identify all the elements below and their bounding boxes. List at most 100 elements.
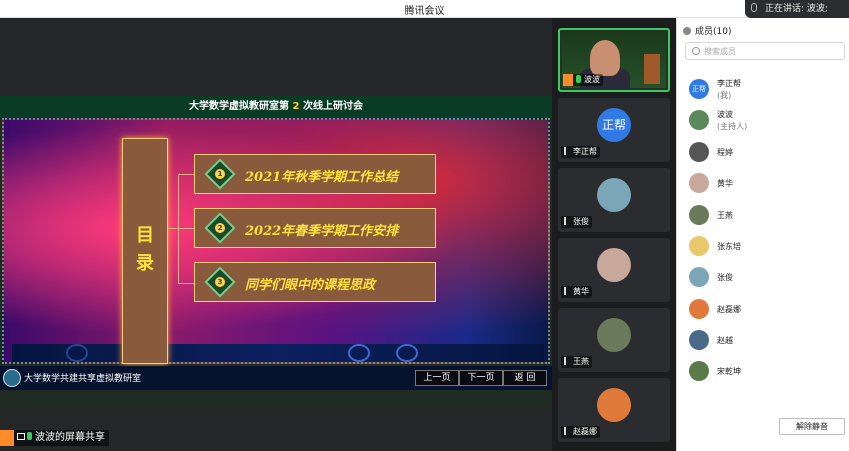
video-tile-name: 王燕 [561,356,592,368]
toc-title-char: 目 [136,225,154,246]
member-name: 赵越 [717,336,733,345]
member-item[interactable]: 赵越 [689,327,839,353]
avatar [689,205,709,225]
members-header: 成员(10) [683,24,731,37]
screen-share[interactable]: 大学数学虚拟教研室第 2 次线上研讨会 目 录 1 2021年秋季学期工作总结 [0,96,552,408]
member-name: 王燕 [717,211,733,220]
member-name: 黄华 [717,179,733,188]
connector-line [178,174,179,284]
member-name: 张东培 [717,242,741,251]
member-item[interactable]: 张俊 [689,264,839,290]
connector-line [168,228,178,229]
slide-header: 大学数学虚拟教研室第 2 次线上研讨会 [0,96,552,118]
number-badge-icon: 2 [204,212,236,244]
org-name: 大学数学共建共享虚拟教研室 [24,374,142,384]
toc-item: 2 2022年春季学期工作安排 [194,208,436,248]
members-panel: 成员(10) 正帮 李正帮 (我) 波波 (主持人) 程婷 黄华 王燕 张东培 … [676,18,849,451]
toc-title-box: 目 录 [122,138,168,364]
avatar [689,110,709,130]
member-name: 张俊 [717,273,733,282]
video-tile-name: 赵磊娜 [561,426,600,438]
search-input[interactable] [704,45,834,58]
video-tile-name: 张俊 [561,216,592,228]
avatar [689,236,709,256]
slide-bottom-band [12,344,544,362]
member-item[interactable]: 黄华 [689,170,839,196]
mic-muted-icon [564,427,570,435]
back-button[interactable]: 返 回 [503,370,547,386]
number-badge-icon: 1 [204,158,236,190]
mic-muted-icon [564,357,570,365]
connector-line [178,174,194,175]
video-tile-bobo[interactable]: 波波 [558,28,670,92]
speaking-indicator: 正在讲话: 波波; [745,0,849,18]
member-name: 赵磊娜 [717,305,741,314]
slide-header-prefix: 大学数学虚拟教研室第 [189,101,290,112]
mic-on-icon [576,75,581,83]
toc-item-label: 同学们眼中的课程思政 [245,278,376,293]
member-search[interactable] [685,42,845,60]
video-tile-huanghua[interactable]: 黄华 [558,238,670,302]
connector-line [178,283,194,284]
member-item[interactable]: 张东培 [689,233,839,259]
member-name: 波波 [717,110,733,119]
video-tile-name: 李正帮 [561,146,600,158]
video-tile-name: 波波 [563,74,603,86]
toc-item: 3 同学们眼中的课程思政 [194,262,436,302]
avatar [597,178,631,212]
avatar [689,267,709,287]
title-bar: 腾讯会议 正在讲话: 波波; [0,0,849,18]
member-item[interactable]: 程婷 [689,139,839,165]
mic-on-icon [27,432,32,440]
member-item[interactable]: 宋乾坤 [689,358,839,384]
slide-header-suffix: 次线上研讨会 [302,101,363,112]
toc-item-label: 2021年秋季学期工作总结 [245,170,399,185]
member-role: (主持人) [717,122,748,131]
screen-share-label-text: 波波的屏幕共享 [35,432,105,443]
member-role: (我) [717,91,732,100]
avatar: 正帮 [689,79,709,99]
avatar [689,330,709,350]
ring-decoration [66,344,88,362]
toc-item-label: 2022年春季学期工作安排 [245,224,399,239]
org-logo-icon [3,369,21,387]
slide-footer: 大学数学共建共享虚拟教研室 上一页 下一页 返 回 [0,366,552,390]
avatar [597,388,631,422]
slide-header-number: 2 [292,101,300,112]
member-item[interactable]: 赵磊娜 [689,296,839,322]
screen-share-label: 波波的屏幕共享 [0,430,109,446]
mic-muted-icon [564,287,570,295]
avatar [689,173,709,193]
member-name: 程婷 [717,148,733,157]
video-tile-wangyan[interactable]: 王燕 [558,308,670,372]
member-name: 宋乾坤 [717,367,741,376]
avatar [689,299,709,319]
ring-decoration [396,344,418,362]
avatar: 正帮 [597,108,631,142]
video-tile-name: 黄华 [561,286,592,298]
mic-muted-icon [564,147,570,155]
toc-item: 1 2021年秋季学期工作总结 [194,154,436,194]
host-icon [563,74,573,86]
member-item[interactable]: 王燕 [689,202,839,228]
person-icon [683,27,691,35]
member-item[interactable]: 波波 (主持人) [689,107,839,133]
connector-line [178,228,194,229]
toc-title-char: 录 [136,253,154,274]
video-tile-lizhengbang[interactable]: 正帮 李正帮 [558,98,670,162]
avatar [597,248,631,282]
speaking-label: 正在讲话: 波波; [765,4,828,14]
main-stage: 大学数学虚拟教研室第 2 次线上研讨会 目 录 1 2021年秋季学期工作总结 [0,18,552,451]
screen-share-icon [17,433,25,440]
prev-page-button[interactable]: 上一页 [415,370,459,386]
unmute-button[interactable]: 解除静音 [779,418,845,435]
next-page-button[interactable]: 下一页 [459,370,503,386]
avatar [597,318,631,352]
avatar [689,361,709,381]
mic-icon [751,3,757,12]
video-tile-zhangjun[interactable]: 张俊 [558,168,670,232]
video-tile-zhaoleina[interactable]: 赵磊娜 [558,378,670,442]
slide-content: 目 录 1 2021年秋季学期工作总结 2 2022年春季学期工作安排 3 同学… [2,118,550,364]
member-item[interactable]: 正帮 李正帮 (我) [689,76,839,102]
window-title: 腾讯会议 [404,6,445,17]
